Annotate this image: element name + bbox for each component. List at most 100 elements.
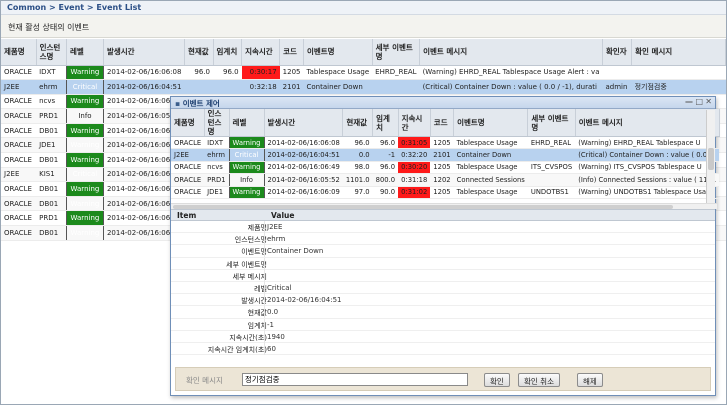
cell-instance: DB01: [36, 123, 67, 139]
cell-message: (Warning) UNDOTBS1 Tablespace Usa: [575, 186, 720, 199]
detail-divider: [264, 294, 265, 307]
column-header[interactable]: 인스턴스명: [36, 39, 67, 66]
cell-code: 2101: [279, 79, 304, 95]
table-row[interactable]: J2EE ehrm Critical 2014-02-06/16:04:51 0:32:…: [1, 79, 726, 95]
cell-message: (Info) Connected Sessions : value ( 1101: [575, 173, 720, 187]
column-header[interactable]: 제품명: [171, 109, 205, 137]
column-header[interactable]: 인스턴스명: [204, 109, 230, 137]
cell-level: Info: [65, 108, 104, 124]
column-header[interactable]: 현재값: [342, 109, 374, 137]
cell-detail: UNDOTBS1: [527, 186, 576, 199]
cell-level: Critical: [65, 166, 104, 183]
detail-divider: [264, 281, 265, 294]
cell-value: 97.0: [342, 186, 373, 199]
cell-product: ORACLE: [1, 152, 37, 168]
column-header[interactable]: 현재값: [184, 39, 214, 66]
cell-product: ORACLE: [1, 210, 37, 227]
cell-message: (Critical) Container Down : value ( 0.0: [575, 148, 720, 162]
detail-divider: [264, 257, 265, 270]
column-header[interactable]: 코드: [279, 39, 304, 66]
column-header[interactable]: 이벤트 메시지: [419, 39, 603, 66]
cell-instance: KIS1: [36, 167, 67, 183]
column-header[interactable]: 세부 이벤트명: [372, 39, 421, 66]
column-header[interactable]: 제품명: [1, 39, 37, 66]
column-header[interactable]: 레벨: [66, 39, 104, 66]
cell-product: J2EE: [171, 148, 205, 162]
event-detail-panel: Item Value 제품명 J2EE 인스턴스명 ehrm 이벤트명 Container…: [171, 209, 715, 356]
cell-level: Warning: [228, 160, 265, 175]
cell-code: 1205: [430, 136, 454, 150]
cell-code: 2101: [430, 148, 454, 162]
maximize-icon[interactable]: □: [695, 97, 703, 106]
cell-instance: IDXT: [204, 136, 230, 150]
cell-event: Tablespace Usage: [453, 186, 528, 199]
cell-product: ORACLE: [171, 136, 205, 150]
detail-value: 2014-02-06/16:04:51: [267, 296, 342, 305]
cell-level: Warning: [65, 225, 104, 241]
column-header[interactable]: 이벤트 메시지: [575, 109, 720, 137]
table-row[interactable]: ORACLE ncvs Warning 2014-02-06/16:06:49 98.0…: [171, 160, 720, 175]
scroll-thumb[interactable]: [708, 148, 714, 170]
cell-level: Warning: [65, 210, 104, 227]
cell-threshold: 96.0: [213, 65, 242, 81]
cell-product: ORACLE: [171, 186, 205, 199]
cell-message: (Warning) EHRD_REAL Tablespace Usage Ale…: [419, 65, 603, 81]
cell-instance: DB01: [36, 152, 67, 168]
cell-event: Connected Sessions: [453, 173, 528, 187]
detail-divider: [264, 221, 265, 233]
cell-level: Warning: [65, 137, 104, 154]
cell-instance: JDE1: [36, 137, 67, 154]
table-row[interactable]: ORACLE IDXT Warning 2014-02-06/16:06:08 96.0…: [171, 135, 720, 150]
column-header[interactable]: 확인자: [602, 39, 633, 66]
cell-value: 96.0: [184, 65, 214, 81]
column-header[interactable]: 코드: [430, 109, 455, 137]
close-icon[interactable]: ✕: [705, 97, 712, 106]
table-row[interactable]: ORACLE IDXT Warning 2014-02-06/16:06:08 96.0…: [1, 64, 726, 81]
cancel-confirm-button[interactable]: 확인 취소: [518, 373, 560, 387]
cell-instance: DB01: [36, 196, 67, 212]
popup-title: 이벤트 제어: [182, 99, 220, 108]
cell-threshold: 96.0: [372, 136, 399, 150]
detail-row: 인스턴스명 ehrm: [171, 233, 715, 246]
cell-instance: ehrm: [204, 148, 230, 162]
column-header[interactable]: 확인 메시지: [631, 39, 726, 66]
page-subtitle: 현재 활성 상태의 이벤트: [1, 15, 726, 38]
confirm-message-label: 확인 메시지: [186, 376, 223, 385]
column-header[interactable]: 임계치: [213, 39, 243, 66]
detail-header-item: Item: [177, 211, 197, 220]
confirm-button[interactable]: 확인: [484, 373, 510, 387]
cell-detail: [527, 173, 576, 187]
cell-value: 0.0: [342, 148, 373, 162]
event-control-popup: ▪ 이벤트 제어 — □ ✕ 제품명 인스턴스명 레벨 발생시간 현재값 임계치 지속시간 코…: [170, 96, 720, 396]
confirm-message-input[interactable]: [242, 373, 468, 386]
cell-level: Warning: [228, 135, 265, 150]
detail-header: Item Value: [171, 209, 715, 221]
cell-message: (Critical) Container Down : value ( 0.0 …: [419, 79, 603, 95]
column-header[interactable]: 레벨: [229, 109, 265, 137]
cell-detail: EHRD_REAL: [372, 65, 420, 81]
detail-divider: [264, 245, 265, 258]
minimize-icon[interactable]: —: [685, 97, 693, 106]
column-header[interactable]: 지속시간: [398, 109, 431, 137]
popup-table-vscroll[interactable]: [706, 110, 715, 203]
column-header[interactable]: 지속시간: [241, 39, 281, 66]
detail-value: J2EE: [267, 223, 283, 231]
table-row[interactable]: ORACLE PRD1 Info 2014-02-06/16:05:52 1101.0 8…: [171, 173, 720, 187]
release-button[interactable]: 해제: [577, 373, 603, 387]
table-row[interactable]: ORACLE JDE1 Warning 2014-02-06/16:06:09 97.0…: [171, 185, 720, 199]
column-header[interactable]: 발생시간: [264, 109, 344, 137]
cell-instance: DB01: [36, 225, 67, 241]
column-header[interactable]: 세부 이벤트명: [527, 109, 576, 137]
cell-duration: 0:31:02: [398, 186, 431, 199]
column-header[interactable]: 임계치: [372, 109, 399, 137]
cell-product: J2EE: [1, 79, 37, 95]
cell-instance: PRD1: [36, 108, 67, 124]
table-row[interactable]: J2EE ehrm Critical 2014-02-06/16:04:51 0.0 -1…: [171, 148, 720, 162]
column-header[interactable]: 이벤트명: [453, 109, 529, 137]
column-header[interactable]: 발생시간: [103, 39, 185, 66]
column-header[interactable]: 이벤트명: [303, 39, 373, 66]
cell-value: [184, 79, 214, 95]
cell-duration: 0:31:18: [398, 173, 431, 187]
cell-product: ORACLE: [1, 196, 37, 212]
cell-time: 2014-02-06/16:04:51: [264, 148, 343, 162]
